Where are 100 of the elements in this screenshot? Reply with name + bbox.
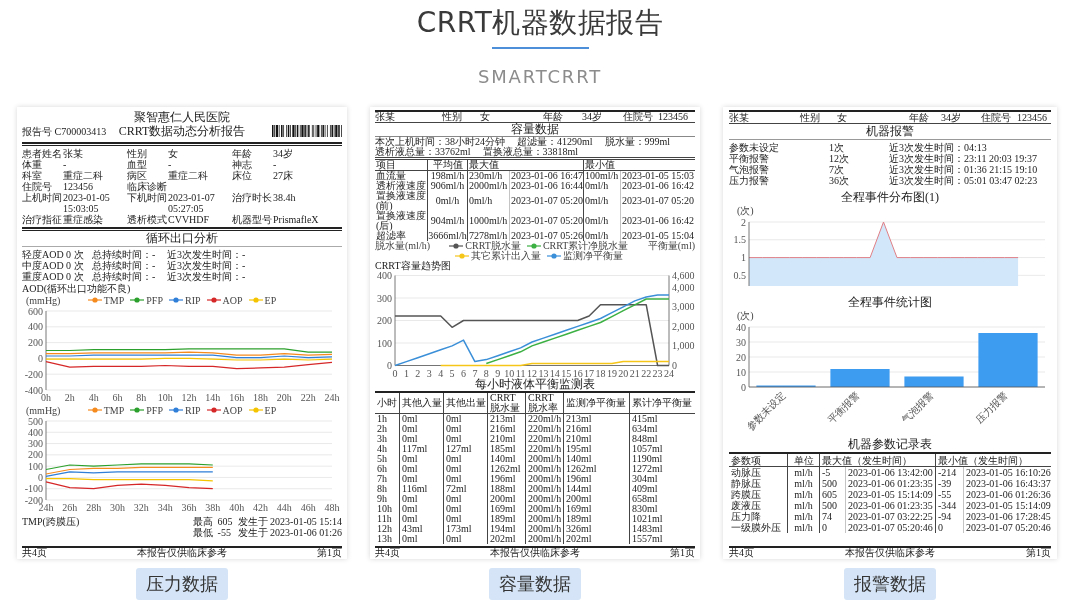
tick-label: 32h <box>133 502 149 513</box>
column-header: 最小值 <box>583 160 695 171</box>
table-cell: 117ml <box>399 444 443 454</box>
chart-title: 全程事件分布图(1) <box>840 190 940 205</box>
field-value: 34岁 <box>941 112 962 123</box>
tick-label: 100 <box>377 337 392 349</box>
table-cell: 220ml/h <box>525 414 563 424</box>
table-cell: 173ml <box>443 524 487 534</box>
table-cell: 7278ml/h <box>467 231 509 241</box>
tick-label: 16 <box>572 367 583 378</box>
legend-label: RIP <box>185 294 201 306</box>
tick-label: 42h <box>253 502 268 513</box>
tick-label: 8 <box>483 367 489 378</box>
table-cell: 2023-01-06 16:44 <box>509 181 583 191</box>
table-cell: 3666ml/h <box>427 231 467 241</box>
tick-label: 1 <box>403 367 409 378</box>
table-cell: 0ml <box>399 454 443 464</box>
field-value: 2023-01-05 15:03:05 <box>63 192 111 214</box>
tick-label: 600 <box>28 306 43 317</box>
field-label: 年龄 <box>909 112 930 123</box>
tick-label: 20 <box>618 367 629 378</box>
table-cell-text: 血流量 <box>375 171 406 181</box>
tick-label: 16h <box>229 392 245 403</box>
count-text: 36次 <box>829 175 850 186</box>
table-cell: 2023-01-06 16:43:37 <box>963 478 1051 489</box>
count-text: 12次 <box>829 153 850 164</box>
page-subtitle: SMARTCRRT <box>478 66 602 88</box>
table-cell-text: 3h <box>376 434 388 444</box>
tick-label: 200 <box>28 337 43 349</box>
tick-label: 0 <box>741 381 746 393</box>
legend-label: EP <box>264 404 277 416</box>
tick-label: 1.5 <box>733 234 746 246</box>
table-cell: ml/h <box>787 489 819 500</box>
tick-label: 0.5 <box>733 269 746 281</box>
table-cell: 2023-01-06 13:42:00 <box>845 467 935 478</box>
table-cell: 200ml <box>563 494 629 504</box>
table-cell: 194ml <box>487 524 525 534</box>
field-label: 神志 <box>232 159 253 170</box>
table-cell: 200ml/h <box>525 534 563 544</box>
time-text: 发生于 2023-01-06 01:26 <box>237 527 342 538</box>
column-header: 其他入量 <box>399 393 443 414</box>
count-text: 0 次 <box>66 271 85 282</box>
table-cell: 0ml <box>443 474 487 484</box>
table-cell: 200ml/h <box>525 464 563 474</box>
field-label: 机器型号 <box>232 214 273 225</box>
table-cell: 0ml <box>443 514 487 524</box>
field-label: 治疗指征 <box>22 214 63 225</box>
field-label: 年龄 <box>543 112 564 122</box>
footer-text: 第1页 <box>1026 548 1051 558</box>
legend-label: PFP <box>146 404 163 416</box>
field-value: 123456 <box>658 112 689 122</box>
table-cell: 409ml <box>629 484 695 494</box>
field-label: 住院号 <box>623 112 654 122</box>
field-value: - <box>168 159 173 170</box>
table-cell: 0 <box>819 522 845 533</box>
table-cell: 1000ml/h <box>467 211 509 231</box>
time-text: 发生于 2023-01-05 15:14 <box>237 516 342 527</box>
legend-label: CRRT脱水量 <box>465 241 521 251</box>
tick-label: 10 <box>736 366 746 378</box>
tick-label: 2,000 <box>672 320 695 332</box>
table-cell: 72ml <box>443 484 487 494</box>
table-cell: 116ml <box>399 484 443 494</box>
legend-label: RIP <box>185 404 201 416</box>
table-cell: 906ml/h <box>427 181 467 191</box>
summary-text: 本次上机时间：38小时24分钟 <box>375 137 505 147</box>
table-cell: -5 <box>819 467 845 478</box>
table-cell: 210ml <box>563 434 629 444</box>
footer-text: 共4页 <box>729 548 754 558</box>
table-cell: 0ml <box>399 464 443 474</box>
table-cell: 2023-01-07 03:22:25 <box>845 511 935 522</box>
duration-text: 总持续时间：- <box>92 249 157 260</box>
field-value: 女 <box>480 112 491 122</box>
field-label: 床位 <box>232 170 253 181</box>
count-text: 1次 <box>829 142 845 153</box>
table-cell: 2023-01-07 05:20:46 <box>963 522 1051 533</box>
table-cell: 188ml <box>487 484 525 494</box>
tick-label: 18 <box>595 367 606 378</box>
axis-title: (mmHg) <box>26 404 61 416</box>
table-cell: 0 <box>935 522 963 533</box>
column-header: 项目 <box>375 160 427 171</box>
row-label: TMP(跨膜压) <box>22 516 81 527</box>
tick-label: 17 <box>584 367 595 378</box>
field-value: 张某 <box>375 112 396 122</box>
table-cell: 0ml <box>399 424 443 434</box>
field-label: 透析模式 <box>127 214 168 225</box>
table-cell: 196ml <box>563 474 629 484</box>
tick-label: 40 <box>736 321 746 333</box>
stat-label: 最高 <box>192 516 213 527</box>
category-label: 平衡报警 <box>825 389 862 426</box>
table-cell: 1057ml <box>629 444 695 454</box>
row-label: 重度AOD <box>22 271 65 282</box>
tick-label: 4,600 <box>672 271 695 281</box>
table-cell: 2023-01-07 05:20:46 <box>845 522 935 533</box>
tick-label: -200 <box>24 368 43 380</box>
field-value: 34岁 <box>582 112 603 122</box>
category-label: 气泡报警 <box>899 389 936 426</box>
table-cell: 0ml <box>399 414 443 424</box>
section-caption: 报警数据 <box>844 568 936 600</box>
table-cell: 140ml <box>487 454 525 464</box>
field-label: 住院号 <box>22 181 52 192</box>
